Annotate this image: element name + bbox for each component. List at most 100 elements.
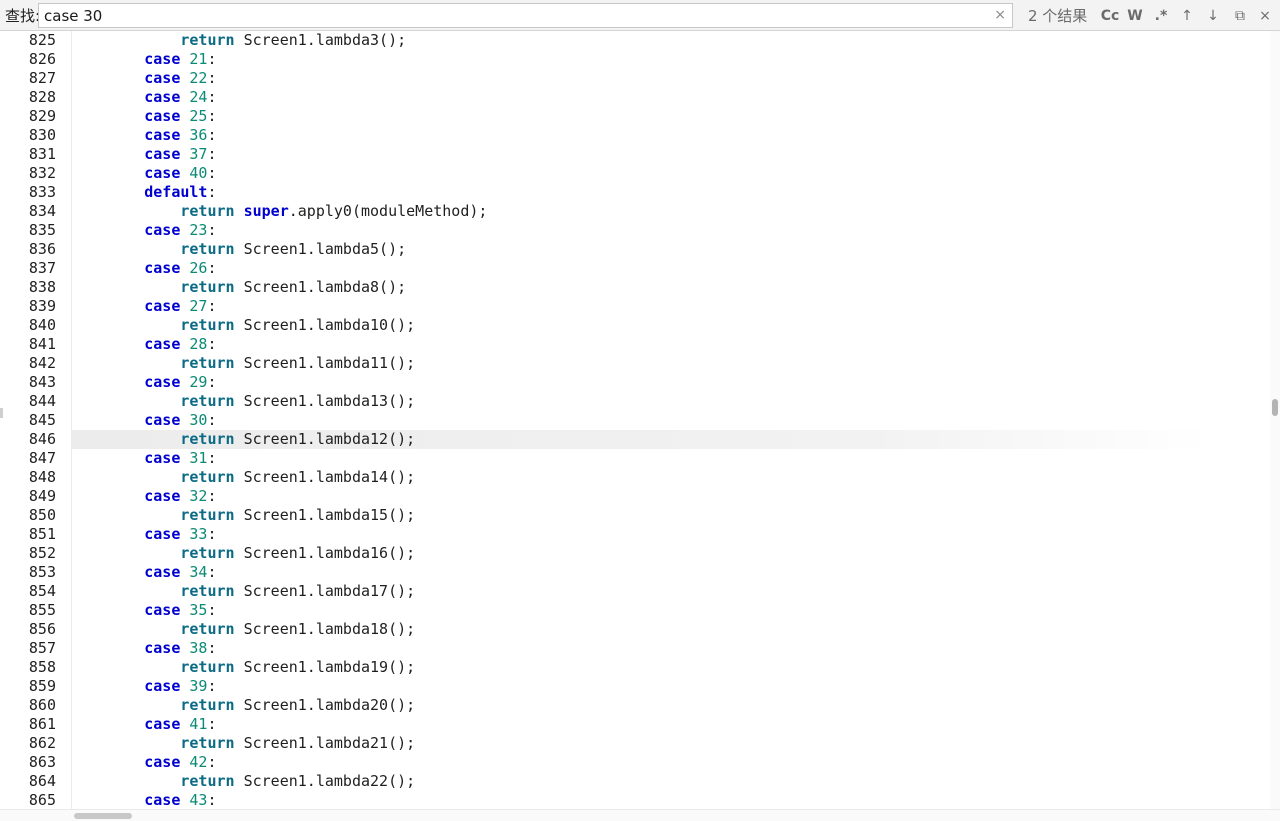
code-line: return Screen1.lambda14(); bbox=[72, 468, 415, 487]
horizontal-scrollbar-thumb[interactable] bbox=[74, 813, 132, 819]
case-keyword: case bbox=[144, 50, 181, 68]
return-keyword: return bbox=[180, 734, 235, 752]
code-line: case 39: bbox=[72, 677, 216, 696]
colon: : bbox=[207, 259, 217, 277]
regex-toggle[interactable]: .* bbox=[1150, 5, 1172, 27]
line-number: 836 bbox=[28, 240, 56, 258]
code-editor[interactable]: 825 826 827 828 829 830 831 832 833 834 835 836 837 8… bbox=[0, 31, 1270, 809]
code-line: case 34: bbox=[72, 563, 216, 582]
line-number: 838 bbox=[28, 278, 56, 296]
code-line: return Screen1.lambda21(); bbox=[72, 734, 415, 753]
case-value: 34 bbox=[189, 563, 208, 581]
line-number: 837 bbox=[28, 259, 56, 277]
return-expression: Screen1.lambda3(); bbox=[243, 31, 407, 49]
find-in-selection-button[interactable]: ⧉ bbox=[1229, 5, 1251, 27]
code-line: return Screen1.lambda15(); bbox=[72, 506, 415, 525]
case-keyword: case bbox=[144, 259, 181, 277]
find-input-box[interactable]: × bbox=[38, 3, 1013, 28]
close-find-button[interactable]: × bbox=[1255, 5, 1275, 27]
colon: : bbox=[207, 487, 217, 505]
code-line: case 30: bbox=[72, 411, 216, 430]
find-input[interactable] bbox=[44, 5, 984, 26]
code-line: case 37: bbox=[72, 145, 216, 164]
code-line: case 22: bbox=[72, 69, 217, 88]
case-value: 39 bbox=[189, 677, 208, 695]
line-number: 861 bbox=[28, 715, 56, 733]
return-expression: Screen1.lambda12(); bbox=[243, 430, 416, 448]
result-count: 2 个结果 bbox=[1028, 7, 1088, 25]
line-number: 844 bbox=[28, 392, 56, 410]
line-number: 840 bbox=[28, 316, 56, 334]
previous-result-button[interactable]: ↑ bbox=[1177, 5, 1197, 27]
return-expression: Screen1.lambda13(); bbox=[243, 392, 416, 410]
case-keyword: case bbox=[144, 563, 181, 581]
colon: : bbox=[207, 449, 217, 467]
code-line: return Screen1.lambda17(); bbox=[72, 582, 415, 601]
vertical-scrollbar[interactable] bbox=[1270, 31, 1280, 809]
return-keyword: return bbox=[180, 202, 235, 220]
colon: : bbox=[207, 50, 217, 68]
return-expression: Screen1.lambda14(); bbox=[243, 468, 416, 486]
case-keyword: case bbox=[144, 88, 181, 106]
return-keyword: return bbox=[180, 316, 235, 334]
default-keyword: default bbox=[144, 183, 208, 201]
colon: : bbox=[207, 373, 217, 391]
case-value: 22 bbox=[189, 69, 208, 87]
code-line: case 25: bbox=[72, 107, 217, 126]
line-number-gutter: 825 826 827 828 829 830 831 832 833 834 835 836 837 8… bbox=[0, 31, 72, 809]
code-line: case 31: bbox=[72, 449, 217, 468]
vertical-scrollbar-thumb[interactable] bbox=[1272, 399, 1278, 416]
case-keyword: case bbox=[144, 639, 181, 657]
line-number: 845 bbox=[28, 411, 56, 429]
colon: : bbox=[207, 639, 217, 657]
return-expression: .apply0(moduleMethod); bbox=[288, 202, 488, 220]
code-line: case 40: bbox=[72, 164, 216, 183]
whole-word-toggle[interactable]: W bbox=[1125, 5, 1145, 27]
code-line: case 36: bbox=[72, 126, 216, 145]
code-line: return Screen1.lambda10(); bbox=[72, 316, 415, 335]
line-number: 860 bbox=[28, 696, 56, 714]
line-number: 825 bbox=[28, 31, 56, 49]
horizontal-scrollbar[interactable] bbox=[0, 809, 1280, 821]
case-keyword: case bbox=[144, 297, 181, 315]
return-keyword: return bbox=[180, 278, 235, 296]
colon: : bbox=[207, 183, 217, 201]
line-number: 865 bbox=[28, 791, 56, 809]
clear-search-icon[interactable]: × bbox=[994, 7, 1006, 23]
case-value: 41 bbox=[189, 715, 208, 733]
gutter-marker bbox=[0, 408, 3, 418]
case-keyword: case bbox=[144, 373, 181, 391]
find-bar: 查找: × 2 个结果 Cc W .* ↑ ↓ ⧉ × bbox=[0, 0, 1280, 31]
next-result-button[interactable]: ↓ bbox=[1203, 5, 1223, 27]
return-expression: Screen1.lambda15(); bbox=[243, 506, 416, 524]
case-keyword: case bbox=[144, 107, 181, 125]
code-line: case 24: bbox=[72, 88, 216, 107]
line-number: 858 bbox=[28, 658, 56, 676]
match-case-toggle[interactable]: Cc bbox=[1099, 5, 1121, 27]
colon: : bbox=[207, 107, 217, 125]
return-expression: Screen1.lambda18(); bbox=[243, 620, 416, 638]
case-value: 43 bbox=[189, 791, 208, 809]
code-line: case 41: bbox=[72, 715, 216, 734]
colon: : bbox=[207, 69, 217, 87]
line-number: 859 bbox=[28, 677, 56, 695]
line-number: 843 bbox=[28, 373, 56, 391]
